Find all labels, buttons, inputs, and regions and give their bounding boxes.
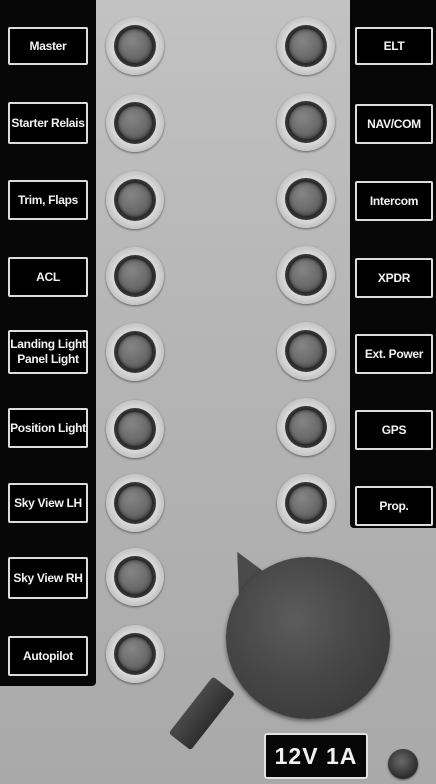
starter-relais-breaker[interactable] [106,94,164,152]
label-starter-relais: Starter Relais [8,102,88,144]
acl-breaker[interactable] [106,247,164,305]
rotary-knob[interactable] [168,545,400,755]
position-light-breaker[interactable] [106,400,164,458]
indicator-led-icon [388,749,418,779]
intercom-breaker[interactable] [277,170,335,228]
breaker-panel: Master Starter Relais Trim, Flaps ACL La… [0,0,436,784]
label-gps: GPS [355,410,433,450]
label-acl: ACL [8,257,88,297]
elt-breaker[interactable] [277,17,335,75]
label-sky-view-lh: Sky View LH [8,483,88,523]
ext-power-breaker[interactable] [277,322,335,380]
sky-view-rh-breaker[interactable] [106,548,164,606]
label-xpdr: XPDR [355,258,433,298]
label-prop: Prop. [355,486,433,526]
master-breaker[interactable] [106,17,164,75]
outlet-rating-label: 12V 1A [264,733,368,779]
trim-flaps-breaker[interactable] [106,171,164,229]
label-master: Master [8,27,88,65]
label-landing-panel-light: Landing Light Panel Light [8,330,88,374]
prop-breaker[interactable] [277,474,335,532]
gps-breaker[interactable] [277,398,335,456]
label-nav-com: NAV/COM [355,104,433,144]
label-sky-view-rh: Sky View RH [8,557,88,599]
sky-view-lh-breaker[interactable] [106,474,164,532]
nav-com-breaker[interactable] [277,93,335,151]
knob-stem [168,676,236,751]
label-elt: ELT [355,27,433,65]
autopilot-breaker[interactable] [106,625,164,683]
rotary-knob-icon[interactable] [226,557,390,719]
label-intercom: Intercom [355,181,433,221]
label-ext-power: Ext. Power [355,334,433,374]
landing-panel-light-breaker[interactable] [106,323,164,381]
label-position-light: Position Light [8,408,88,448]
xpdr-breaker[interactable] [277,246,335,304]
label-trim-flaps: Trim, Flaps [8,180,88,220]
label-autopilot: Autopilot [8,636,88,676]
